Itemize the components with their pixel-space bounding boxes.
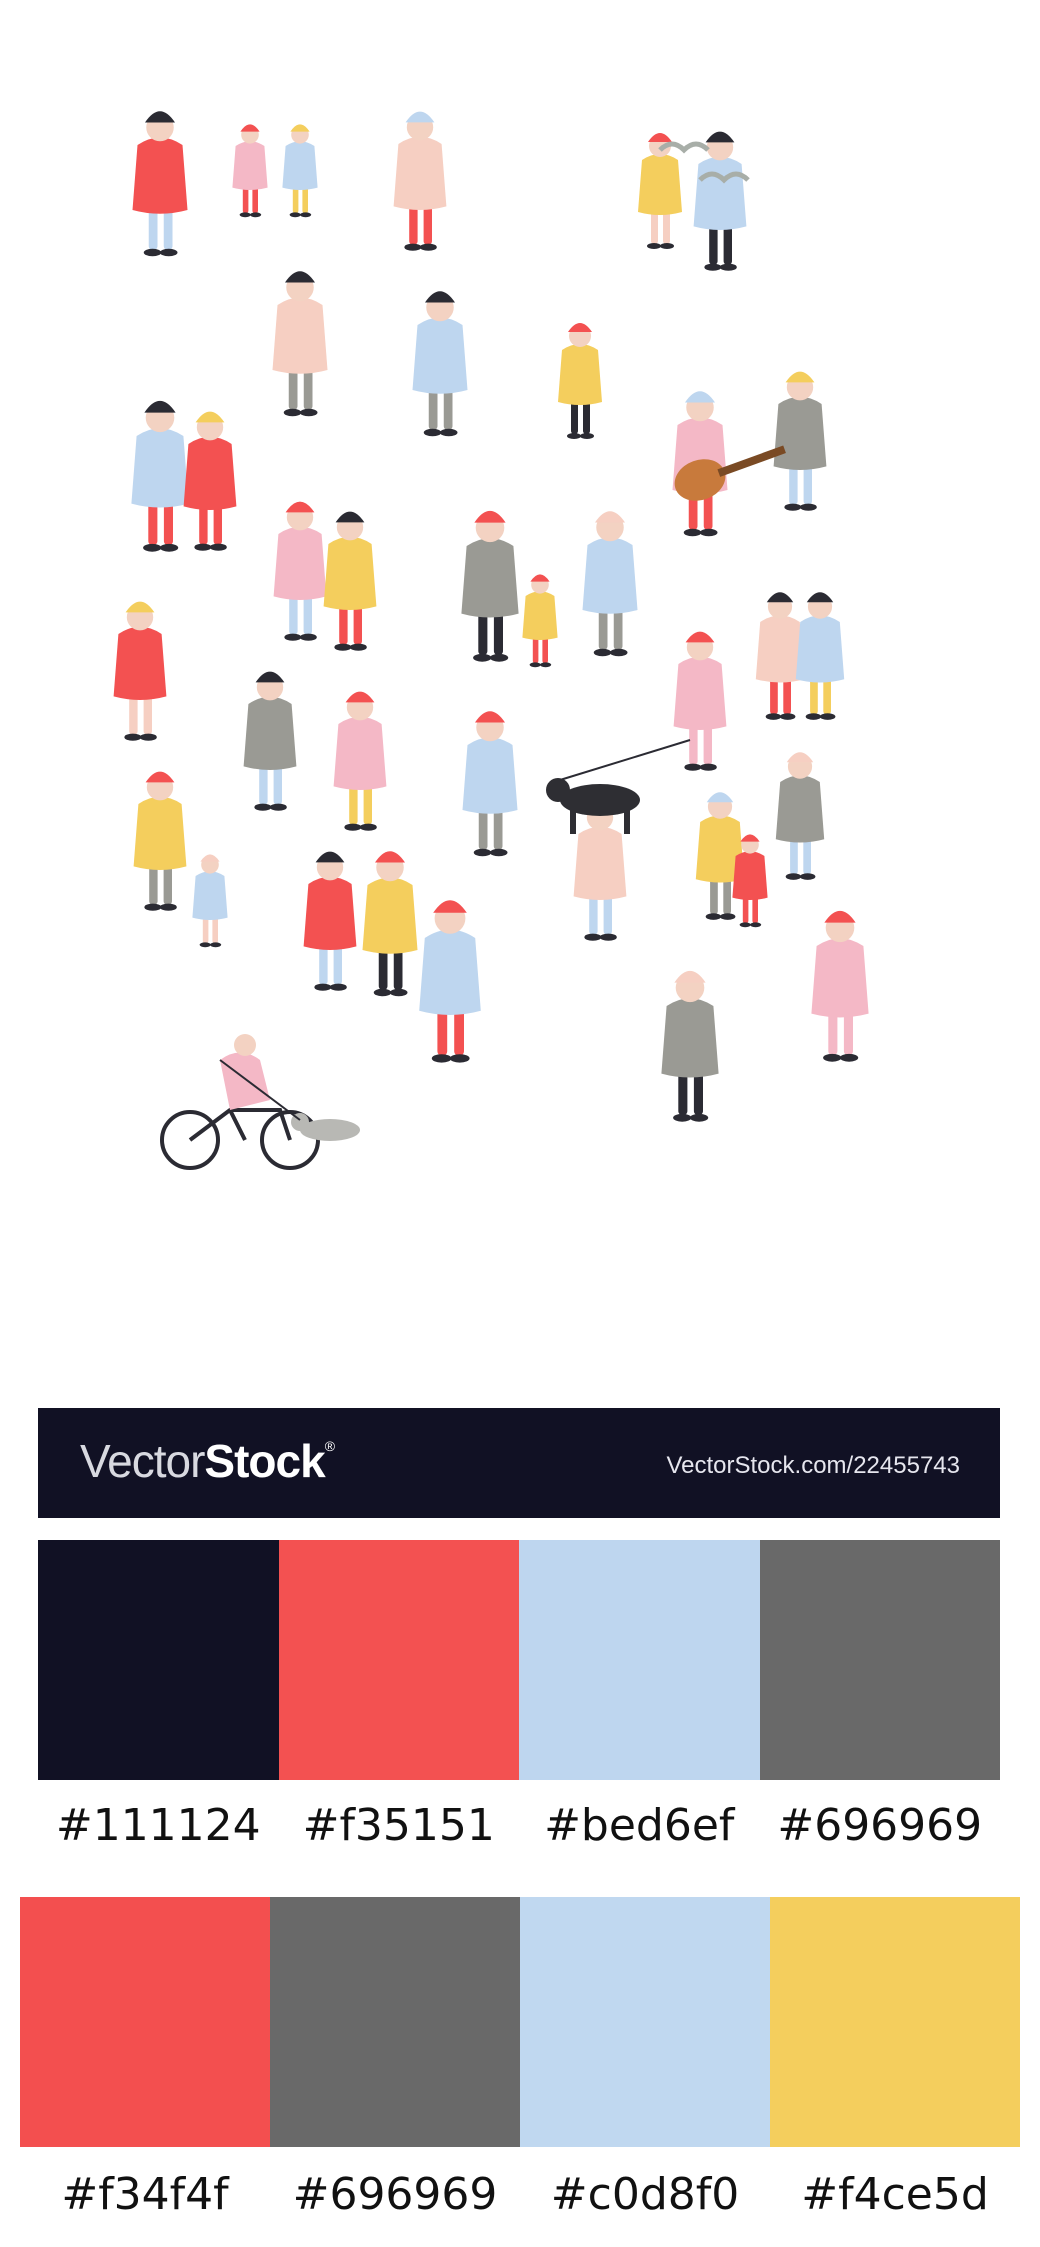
person-figure — [811, 910, 869, 1062]
person-figure — [303, 851, 357, 991]
person-figure — [661, 970, 719, 1122]
color-swatch-block — [520, 1897, 770, 2147]
bicycle-figure — [160, 1034, 320, 1170]
color-swatch: #696969 — [759, 1540, 1000, 1851]
person-figure — [133, 771, 187, 911]
color-swatch-block — [278, 1540, 519, 1780]
color-swatch-label: #f4ce5d — [801, 2169, 989, 2220]
color-swatch-block — [519, 1540, 760, 1780]
person-figure — [273, 501, 327, 641]
color-swatch: #111124 — [38, 1540, 279, 1851]
winter-people-illustration — [113, 111, 869, 1170]
person-figure — [393, 111, 447, 251]
person-figure — [522, 574, 558, 668]
color-swatch: #f35151 — [278, 1540, 519, 1851]
color-swatch-label: #111124 — [55, 1800, 261, 1851]
person-figure — [461, 510, 519, 662]
palette-row-bottom: #f34f4f #696969 #c0d8f0 #f4ce5d — [20, 1897, 1020, 2220]
color-swatch-block — [20, 1897, 270, 2147]
color-swatch-label: #696969 — [292, 2169, 498, 2220]
person-figure — [272, 271, 328, 417]
person-figure — [131, 400, 189, 552]
color-swatch-label: #f34f4f — [61, 2169, 229, 2220]
palette-row-top: #111124 #f35151 #bed6ef #696969 — [38, 1540, 1000, 1851]
color-swatch: #f4ce5d — [770, 1897, 1020, 2220]
color-swatch-block — [759, 1540, 1000, 1780]
vectorstock-banner: VectorStock® VectorStock.com/22455743 — [38, 1408, 1000, 1518]
person-figure — [755, 592, 805, 720]
image-url-text: VectorStock.com/22455743 — [666, 1452, 960, 1479]
person-figure — [419, 900, 481, 1063]
person-figure — [282, 124, 318, 218]
person-figure — [243, 671, 297, 811]
person-figure — [323, 511, 377, 651]
person-figure — [773, 371, 827, 511]
person-figure — [113, 601, 167, 741]
color-swatch: #696969 — [270, 1897, 520, 2220]
color-swatch-block — [270, 1897, 520, 2147]
person-figure — [693, 131, 747, 271]
person-figure — [132, 111, 188, 257]
color-swatch: #c0d8f0 — [520, 1897, 770, 2220]
person-figure — [673, 631, 727, 771]
color-swatch: #f34f4f — [20, 1897, 270, 2220]
dog-figure — [546, 739, 691, 834]
person-figure — [183, 411, 237, 551]
color-swatch-label: #c0d8f0 — [550, 2169, 740, 2220]
color-swatch-block — [770, 1897, 1020, 2147]
person-figure — [775, 752, 825, 880]
person-figure — [795, 592, 845, 720]
person-figure — [573, 801, 627, 941]
person-figure — [232, 124, 268, 218]
person-figure — [412, 291, 468, 437]
person-figure — [362, 851, 418, 997]
color-swatch-label: #bed6ef — [544, 1800, 735, 1851]
color-swatch: #bed6ef — [519, 1540, 760, 1851]
person-figure — [192, 854, 228, 948]
vectorstock-logo: VectorStock® — [80, 1435, 335, 1487]
person-figure — [462, 711, 518, 857]
color-swatch-label: #f35151 — [302, 1800, 495, 1851]
color-swatch-block — [38, 1540, 279, 1780]
person-figure — [558, 323, 602, 439]
person-figure — [582, 511, 638, 657]
color-swatch-label: #696969 — [777, 1800, 983, 1851]
person-figure — [638, 133, 682, 249]
person-figure — [333, 691, 387, 831]
